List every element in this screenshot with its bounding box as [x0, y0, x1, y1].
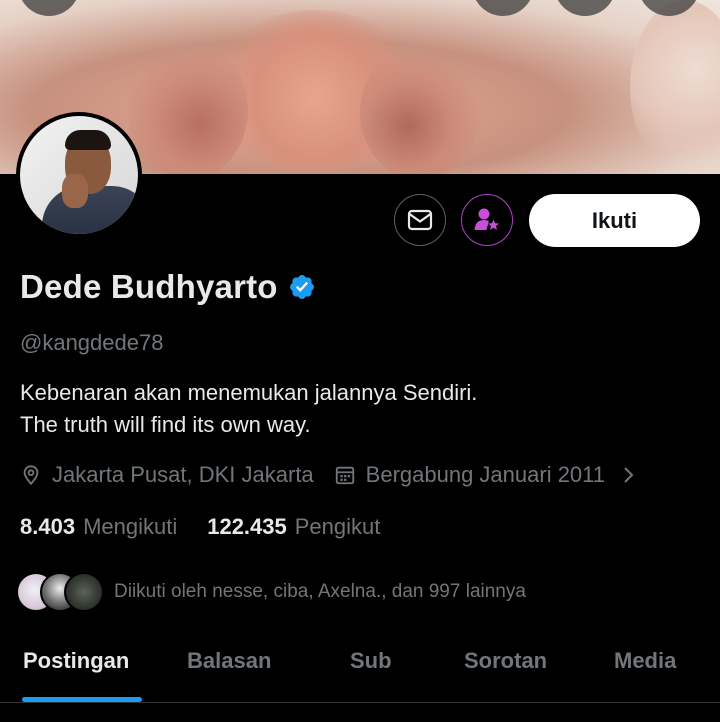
location-item: Jakarta Pusat, DKI Jakarta: [20, 462, 314, 488]
followers-count: 122.435: [207, 514, 287, 539]
joined-text: Bergabung Januari 2011: [365, 462, 606, 487]
tabs-divider: [0, 702, 720, 703]
calendar-icon: [335, 466, 354, 485]
following-stat[interactable]: 8.403 Mengikuti: [20, 514, 177, 540]
tab-sub[interactable]: Sub: [350, 648, 392, 674]
avatar-hand: [62, 174, 88, 208]
subscribe-star-icon: [474, 208, 499, 230]
location-text: Jakarta Pusat, DKI Jakarta: [52, 462, 314, 487]
avatar-photo: [20, 116, 138, 234]
follower-avatar: [64, 572, 104, 612]
tab-media[interactable]: Media: [614, 648, 676, 674]
bio-line: The truth will find its own way.: [20, 412, 311, 437]
tab-balasan[interactable]: Balasan: [187, 648, 271, 674]
tab-sorotan[interactable]: Sorotan: [464, 648, 547, 674]
joined-item: Bergabung Januari 2011: [334, 462, 605, 488]
profile-name-row: Dede Budhyarto: [20, 268, 316, 306]
mail-icon: [407, 209, 433, 231]
avatar[interactable]: [16, 112, 142, 238]
tab-postingan[interactable]: Postingan: [23, 648, 129, 674]
profile-handle: @kangdede78: [20, 330, 164, 355]
subscribe-button[interactable]: [461, 194, 513, 246]
back-button[interactable]: [18, 0, 80, 16]
banner-nostril-left: [128, 40, 248, 174]
following-count: 8.403: [20, 514, 76, 539]
follow-stats: 8.403 Mengikuti 122.435 Pengikut: [20, 514, 410, 540]
avatar-hair: [65, 130, 111, 150]
profile-name: Dede Budhyarto: [20, 268, 278, 305]
message-button[interactable]: [394, 194, 446, 246]
profile-meta: Jakarta Pusat, DKI Jakarta Bergabung Jan…: [20, 462, 637, 488]
profile-bio: Kebenaran akan menemukan jalannya Sendir…: [20, 377, 477, 441]
follow-button[interactable]: Ikuti: [529, 194, 700, 247]
share-button[interactable]: [554, 0, 616, 16]
bio-line: Kebenaran akan menemukan jalannya Sendir…: [20, 380, 478, 405]
verified-badge-icon[interactable]: [288, 273, 316, 301]
followed-by-row[interactable]: Diikuti oleh nesse, ciba, Axelna., dan 9…: [16, 572, 526, 612]
profile-tabs: Postingan Balasan Sub Sorotan Media: [0, 640, 720, 702]
banner-face-side: [630, 0, 720, 174]
followers-label: Pengikut: [294, 514, 381, 539]
following-label: Mengikuti: [83, 514, 178, 539]
chevron-right-icon[interactable]: [621, 465, 637, 485]
search-button[interactable]: [472, 0, 534, 16]
followers-stat[interactable]: 122.435 Pengikut: [207, 514, 380, 540]
location-pin-icon: [23, 465, 39, 486]
followed-by-text: Diikuti oleh nesse, ciba, Axelna., dan 9…: [114, 581, 526, 602]
banner-nostril-right: [360, 45, 480, 174]
